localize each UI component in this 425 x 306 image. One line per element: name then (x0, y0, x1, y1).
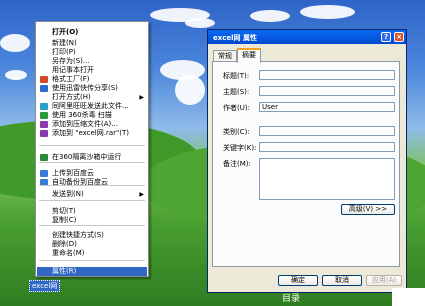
menu-item-label: 复制(C) (52, 216, 77, 224)
archive-icon (40, 121, 48, 128)
comments-field[interactable] (259, 158, 395, 200)
menu-item-label: 添加到压缩文件(A)... (52, 120, 118, 128)
menu-item-label: 同阿里旺旺发送此文件... (52, 102, 129, 110)
menu-item-cut[interactable]: 剪切(T) (37, 207, 147, 216)
author-label: 作者(U): (223, 104, 250, 112)
menu-item-wangwang-send[interactable]: 同阿里旺旺发送此文件... (37, 102, 147, 111)
summary-panel: 标题(T): 主题(S): 作者(U): User 类别(C): 关键字(K):… (212, 61, 400, 267)
ok-button[interactable]: 确定 (278, 275, 318, 286)
menu-separator (39, 200, 145, 201)
menu-item-label: 在360隔离沙箱中运行 (52, 153, 122, 161)
menu-item-label: 上传到百度云 (52, 169, 94, 177)
keywords-field[interactable] (259, 142, 395, 152)
menu-item-label: 另存为(S)... (52, 57, 90, 65)
menu-item-label: 添加到 "excel网.rar"(T) (52, 129, 129, 137)
title-field[interactable] (259, 70, 395, 80)
menu-item-label: 格式工厂(F) (52, 75, 90, 83)
apply-button[interactable]: 应用(A) (366, 275, 402, 286)
menu-item-label: 属性(R) (52, 267, 77, 275)
menu-item-rename[interactable]: 重命名(M) (37, 249, 147, 258)
help-button[interactable]: ? (381, 32, 391, 42)
submenu-arrow-icon: ▶ (139, 94, 144, 101)
cloud (0, 34, 30, 52)
sandbox-icon (40, 154, 48, 161)
menu-item-properties[interactable]: 属性(R) (37, 267, 147, 276)
menu-item-new[interactable]: 新建(N) (37, 39, 147, 48)
format-factory-icon (40, 76, 48, 83)
menu-item-label: 打印(P) (52, 48, 76, 56)
cloud (185, 18, 215, 28)
watermark-text: 目录 (282, 294, 301, 304)
properties-dialog: excel网 属性 ? × 常规 摘要 标题(T): 主题(S): 作者(U):… (207, 29, 407, 293)
baidu-cloud-icon (40, 170, 48, 177)
tab-general[interactable]: 常规 (213, 50, 237, 61)
menu-item-thunder-share[interactable]: 使用迅雷快传分享(S) (37, 84, 147, 93)
menu-item-add-to-rar[interactable]: 添加到 "excel网.rar"(T) (37, 129, 147, 138)
menu-item-send-to[interactable]: 发送到(N) ▶ (37, 190, 147, 199)
thunder-icon (40, 85, 48, 92)
dialog-title: excel网 属性 (213, 34, 257, 42)
menu-item-label: 剪切(T) (52, 207, 76, 215)
menu-item-upload-baidu-cloud[interactable]: 上传到百度云 (37, 169, 147, 178)
menu-separator (39, 260, 145, 261)
menu-item-print[interactable]: 打印(P) (37, 48, 147, 57)
menu-separator (39, 162, 145, 163)
menu-separator (39, 145, 145, 146)
cancel-button[interactable]: 取消 (322, 275, 362, 286)
menu-item-label: 使用 360杀毒 扫描 (52, 111, 112, 119)
close-icon: × (396, 33, 402, 41)
dialog-titlebar[interactable]: excel网 属性 ? × (208, 30, 406, 44)
menu-item-save-as[interactable]: 另存为(S)... (37, 57, 147, 66)
cloud (250, 10, 290, 22)
desktop-icon-label[interactable]: excel网 (29, 280, 61, 292)
menu-item-format-factory[interactable]: 格式工厂(F) (37, 75, 147, 84)
subject-field[interactable] (259, 86, 395, 96)
context-menu: 打开(O) 新建(N) 打印(P) 另存为(S)... 用记事本打开 格式工厂(F) 使用迅… (35, 21, 149, 277)
cloud (300, 5, 355, 19)
menu-item-run-in-sandbox[interactable]: 在360隔离沙箱中运行 (37, 153, 147, 162)
keywords-label: 关键字(K): (223, 144, 257, 152)
cloud (5, 70, 27, 80)
submenu-arrow-icon: ▶ (139, 191, 144, 198)
author-field[interactable]: User (259, 102, 395, 112)
watermark-patch (392, 288, 425, 306)
category-label: 类别(C): (223, 128, 250, 136)
menu-item-label: 打开方式(H) (52, 93, 91, 101)
comments-label: 备注(M): (223, 160, 251, 168)
category-field[interactable] (259, 126, 395, 136)
title-label: 标题(T): (223, 72, 250, 80)
360-antivirus-icon (40, 112, 48, 119)
menu-item-open-with[interactable]: 打开方式(H) ▶ (37, 93, 147, 102)
advanced-button[interactable]: 高级(V) >> (341, 204, 395, 215)
menu-separator (39, 225, 145, 226)
menu-item-open-with-notepad[interactable]: 用记事本打开 (37, 66, 147, 75)
menu-item-label: 新建(N) (52, 39, 77, 47)
menu-item-label: 用记事本打开 (52, 66, 94, 74)
menu-item-delete[interactable]: 删除(D) (37, 240, 147, 249)
menu-item-scan-360[interactable]: 使用 360杀毒 扫描 (37, 111, 147, 120)
menu-item-label: 创建快捷方式(S) (52, 231, 104, 239)
close-button[interactable]: × (394, 32, 404, 42)
cloud (175, 75, 205, 105)
menu-item-label: 打开(O) (52, 28, 79, 36)
menu-item-label: 重命名(M) (52, 249, 85, 257)
wangwang-icon (40, 103, 48, 110)
menu-item-label: 删除(D) (52, 240, 77, 248)
archive-icon (40, 130, 48, 137)
menu-separator (39, 185, 145, 186)
menu-item-label: 发送到(N) (52, 190, 84, 198)
help-icon: ? (383, 33, 389, 41)
menu-item-copy[interactable]: 复制(C) (37, 216, 147, 225)
menu-item-create-shortcut[interactable]: 创建快捷方式(S) (37, 231, 147, 240)
subject-label: 主题(S): (223, 88, 250, 96)
menu-item-add-to-archive[interactable]: 添加到压缩文件(A)... (37, 120, 147, 129)
tab-summary[interactable]: 摘要 (237, 48, 261, 63)
menu-item-label: 使用迅雷快传分享(S) (52, 84, 118, 92)
menu-item-open[interactable]: 打开(O) (37, 28, 147, 37)
